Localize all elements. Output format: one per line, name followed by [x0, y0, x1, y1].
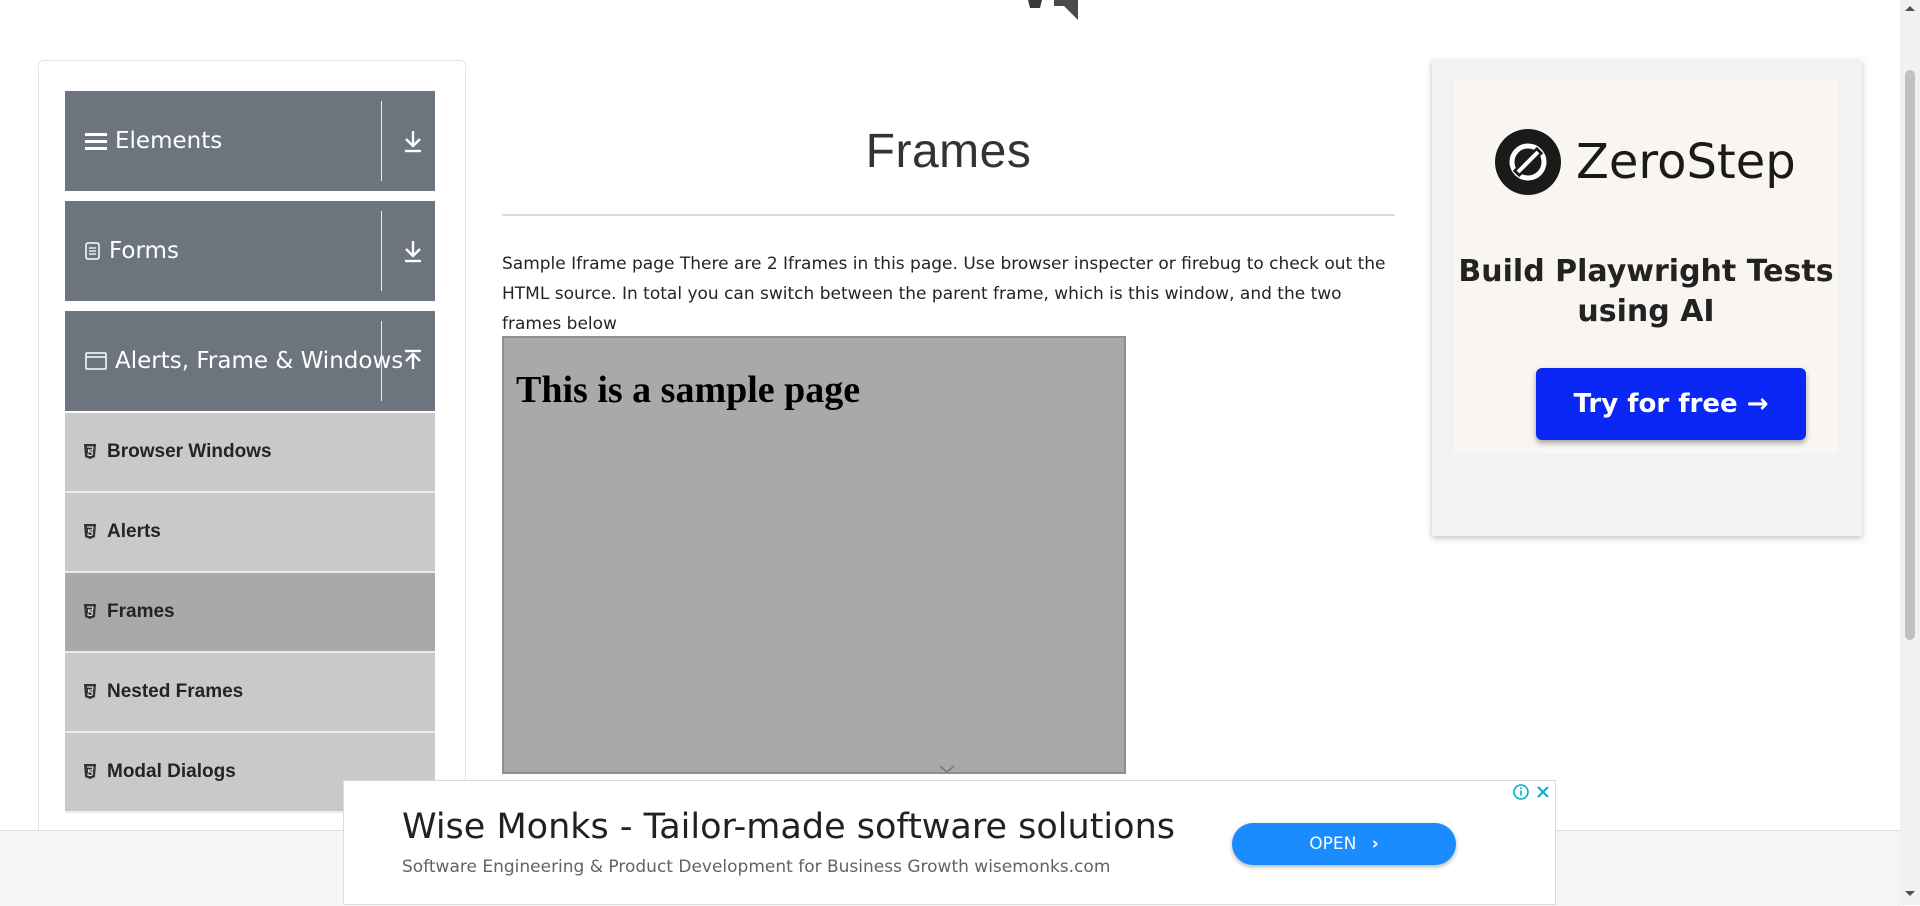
html5-icon	[84, 764, 96, 779]
html5-icon	[84, 604, 96, 619]
upload-arrow-icon[interactable]	[401, 347, 425, 375]
download-arrow-icon[interactable]	[401, 127, 425, 155]
banner-headline: Wise Monks - Tailor-made software soluti…	[402, 807, 1175, 847]
group-label: Forms	[109, 238, 179, 264]
sidebar-item-label: Browser Windows	[107, 441, 272, 462]
open-label: OPEN	[1309, 834, 1357, 854]
group-header-title: Elements	[85, 91, 222, 191]
group-header-title: Alerts, Frame & Windows	[85, 311, 403, 411]
divider	[381, 101, 382, 181]
sidebar: Elements Forms Alerts, Frame & Windows B…	[38, 60, 466, 842]
ad-tagline: Build Playwright Tests using AI	[1458, 254, 1834, 329]
bottom-banner-ad[interactable]: Wise Monks - Tailor-made software soluti…	[343, 780, 1556, 905]
sample-iframe[interactable]: This is a sample page	[502, 336, 1126, 774]
group-header-elements[interactable]: Elements	[65, 91, 435, 191]
group-label: Alerts, Frame & Windows	[115, 348, 404, 374]
hamburger-icon	[85, 133, 107, 150]
html5-icon	[84, 444, 96, 459]
ad-info-icon[interactable]	[1512, 783, 1530, 801]
ad-brand: ZeroStep	[1576, 134, 1796, 190]
title-divider	[502, 214, 1395, 216]
try-for-free-button[interactable]: Try for free →	[1536, 368, 1806, 440]
window-icon	[85, 352, 107, 370]
sidebar-item-label: Frames	[107, 601, 175, 622]
html5-icon	[84, 684, 96, 699]
banner-subtext: Software Engineering & Product Developme…	[402, 857, 1111, 877]
page-description: Sample Iframe page There are 2 Iframes i…	[502, 254, 1386, 334]
ad-close-icon[interactable]	[1534, 783, 1552, 801]
zerostep-logo-icon	[1495, 129, 1561, 195]
html5-icon	[84, 524, 96, 539]
banner-open-button[interactable]: OPEN ›	[1232, 823, 1456, 865]
group-label: Elements	[115, 128, 223, 154]
sidebar-item-browser-windows[interactable]: Browser Windows	[65, 413, 435, 493]
sidebar-item-label: Alerts	[107, 521, 161, 542]
scroll-down-arrow-icon[interactable]	[1904, 890, 1916, 898]
zerostep-ad[interactable]: ZeroStep Build Playwright Tests using AI…	[1432, 60, 1862, 536]
group-header-title: Forms	[85, 201, 179, 301]
ad-card: ZeroStep Build Playwright Tests using AI…	[1454, 80, 1838, 454]
group-header-alerts-frame-windows[interactable]: Alerts, Frame & Windows	[65, 311, 435, 411]
sidebar-item-alerts[interactable]: Alerts	[65, 493, 435, 573]
iframe-heading: This is a sample page	[516, 369, 861, 411]
page-scrollbar[interactable]	[1900, 0, 1920, 905]
divider	[381, 321, 382, 401]
scroll-up-arrow-icon[interactable]	[1904, 4, 1916, 12]
group-header-forms[interactable]: Forms	[65, 201, 435, 301]
site-logo-partial[interactable]	[1020, 0, 1100, 22]
chevron-right-icon: ›	[1371, 834, 1379, 854]
sidebar-item-frames[interactable]: Frames	[65, 573, 435, 653]
sidebar-item-label: Nested Frames	[107, 681, 244, 702]
sidebar-item-nested-frames[interactable]: Nested Frames	[65, 653, 435, 733]
scrollbar-thumb[interactable]	[1905, 70, 1915, 640]
chevron-down-icon	[939, 765, 955, 773]
page-title: Frames	[865, 125, 1032, 178]
sidebar-item-label: Modal Dialogs	[107, 761, 236, 782]
download-arrow-icon[interactable]	[401, 237, 425, 265]
divider	[381, 211, 382, 291]
document-icon	[85, 242, 100, 260]
